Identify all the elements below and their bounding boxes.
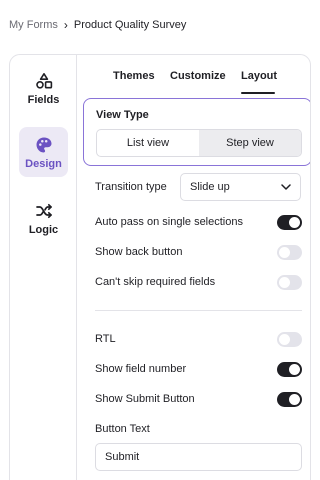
toggle-knob: [279, 333, 290, 345]
setting-label: RTL: [95, 333, 116, 345]
view-type-segmented-control: List view Step view: [96, 129, 302, 157]
sidebar-item-label: Design: [25, 157, 62, 170]
form-settings-panel: Fields Design Logic Themes Customize Lay…: [9, 54, 311, 480]
show-back-button-toggle[interactable]: [277, 244, 302, 260]
setting-label: Show field number: [95, 363, 187, 375]
sidebar-item-label: Logic: [28, 223, 59, 236]
shapes-icon: [34, 71, 54, 91]
tab-layout[interactable]: Layout: [241, 70, 277, 82]
transition-type-row: Transition type: [95, 176, 175, 198]
breadcrumb: My Forms › Product Quality Survey: [9, 17, 186, 33]
show-submit-button-toggle[interactable]: [277, 391, 302, 407]
setting-row-cant-skip-required: Can't skip required fields: [95, 271, 302, 293]
active-tab-indicator: [241, 92, 275, 94]
setting-row-rtl: RTL: [95, 328, 302, 350]
setting-row-show-field-number: Show field number: [95, 358, 302, 380]
setting-row-auto-pass: Auto pass on single selections: [95, 211, 302, 233]
button-text-label: Button Text: [95, 423, 150, 435]
breadcrumb-my-forms-link[interactable]: My Forms: [9, 19, 58, 31]
step-view-option[interactable]: Step view: [199, 130, 301, 156]
setting-label: Can't skip required fields: [95, 276, 216, 288]
show-field-number-toggle[interactable]: [277, 361, 302, 377]
settings-divider: [95, 310, 302, 311]
toggle-knob: [289, 393, 300, 405]
setting-label: Show Submit Button: [95, 393, 195, 405]
cant-skip-required-toggle[interactable]: [277, 274, 302, 290]
toggle-knob: [279, 246, 290, 258]
sidebar-item-design[interactable]: Design: [19, 127, 68, 177]
sidebar-item-fields[interactable]: Fields: [19, 63, 68, 113]
toggle-knob: [289, 363, 300, 375]
list-view-option[interactable]: List view: [97, 130, 199, 156]
button-text-input[interactable]: [95, 443, 302, 471]
setting-row-show-back-button: Show back button: [95, 241, 302, 263]
chevron-down-icon: [281, 181, 291, 193]
sidebar-item-label: Fields: [27, 93, 60, 106]
sidebar-item-logic[interactable]: Logic: [19, 193, 68, 243]
transition-type-value: Slide up: [190, 181, 230, 193]
palette-icon: [34, 135, 54, 155]
toggle-knob: [279, 276, 290, 288]
toggle-knob: [289, 216, 300, 228]
setting-label: Auto pass on single selections: [95, 216, 243, 228]
setting-label: Show back button: [95, 246, 183, 258]
auto-pass-toggle[interactable]: [277, 214, 302, 230]
shuffle-icon: [34, 201, 54, 221]
transition-type-select[interactable]: Slide up: [180, 173, 301, 201]
design-tabs: Themes Customize Layout: [77, 55, 310, 95]
tab-customize[interactable]: Customize: [170, 70, 226, 82]
breadcrumb-separator: ›: [63, 18, 68, 32]
rtl-toggle[interactable]: [277, 331, 302, 347]
sidebar: Fields Design Logic: [10, 55, 77, 480]
view-type-title: View Type: [96, 109, 149, 121]
tab-themes[interactable]: Themes: [113, 70, 155, 82]
breadcrumb-current-page: Product Quality Survey: [73, 19, 187, 31]
setting-row-show-submit-button: Show Submit Button: [95, 388, 302, 410]
transition-type-label: Transition type: [95, 181, 167, 193]
view-type-card: View Type List view Step view: [83, 98, 310, 166]
